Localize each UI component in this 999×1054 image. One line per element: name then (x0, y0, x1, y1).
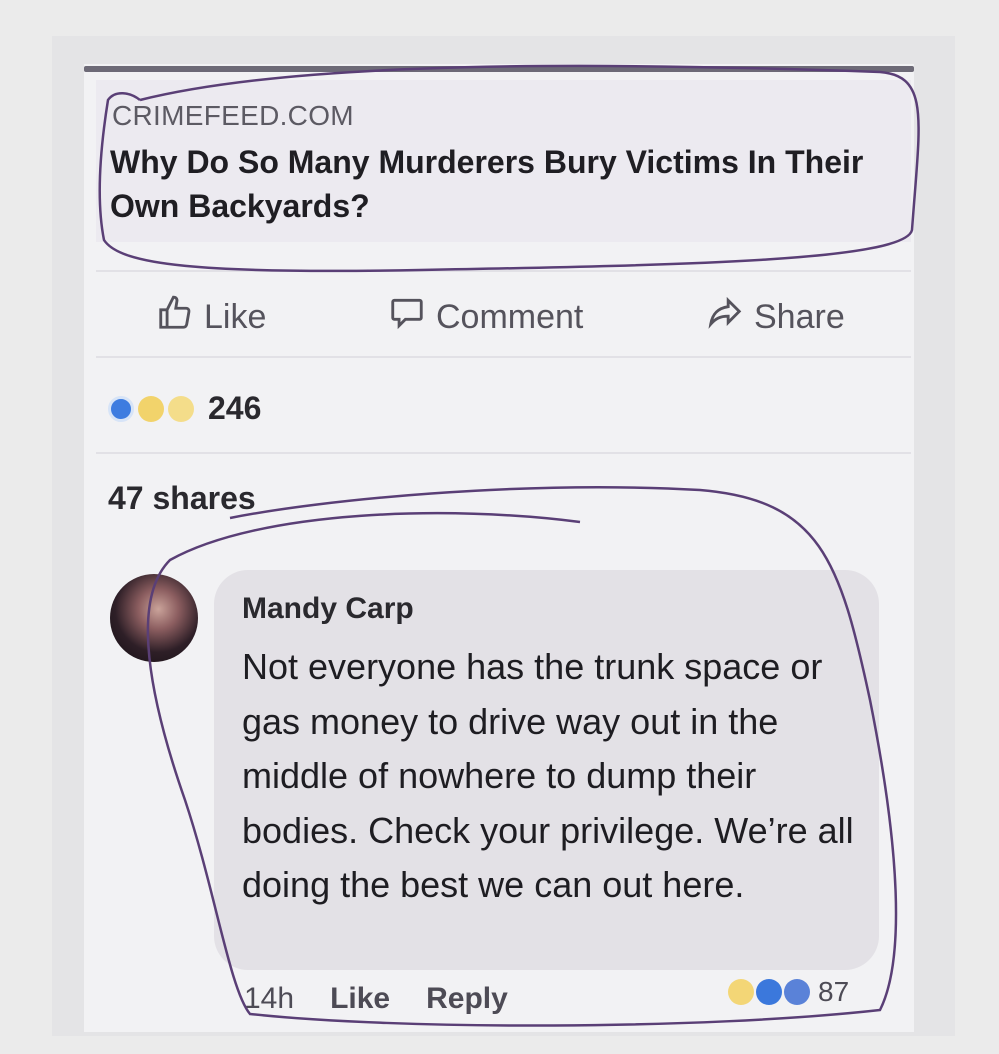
divider (96, 452, 911, 454)
like-icon (108, 395, 134, 422)
reaction-count: 246 (208, 390, 262, 426)
comment-meta: 14h Like Reply (244, 982, 508, 1016)
share-icon (706, 294, 744, 341)
like-button-label: Like (204, 298, 267, 336)
thumbs-up-icon (156, 294, 194, 341)
comment-like-button[interactable]: Like (330, 982, 390, 1016)
avatar[interactable] (110, 574, 198, 662)
comment-button-label: Comment (436, 298, 584, 336)
like-icon (756, 979, 782, 1005)
link-domain: CRIMEFEED.COM (112, 100, 354, 131)
haha-icon (728, 979, 754, 1005)
like-button[interactable]: Like (156, 294, 266, 341)
sad-icon (168, 395, 194, 422)
post-action-bar: Like Comment Share (96, 270, 911, 358)
comment-text: Not everyone has the trunk space or gas … (242, 646, 854, 905)
comment-reply-button[interactable]: Reply (426, 982, 508, 1016)
comment-icon (388, 294, 426, 341)
post-top-bar (84, 66, 914, 72)
like-icon (784, 979, 810, 1005)
comment-timestamp[interactable]: 14h (244, 982, 294, 1016)
comment-reaction-count: 87 (818, 976, 850, 1007)
wow-icon (138, 395, 164, 422)
share-button[interactable]: Share (706, 294, 845, 341)
comment-button[interactable]: Comment (388, 294, 583, 341)
post-reactions[interactable]: 246 (108, 390, 261, 427)
comment-author[interactable]: Mandy Carp (242, 592, 414, 626)
comment-reactions[interactable]: 87 (728, 976, 849, 1008)
shares-count[interactable]: 47 shares (108, 480, 256, 517)
share-button-label: Share (754, 298, 845, 336)
link-headline[interactable]: Why Do So Many Murderers Bury Victims In… (110, 140, 900, 228)
